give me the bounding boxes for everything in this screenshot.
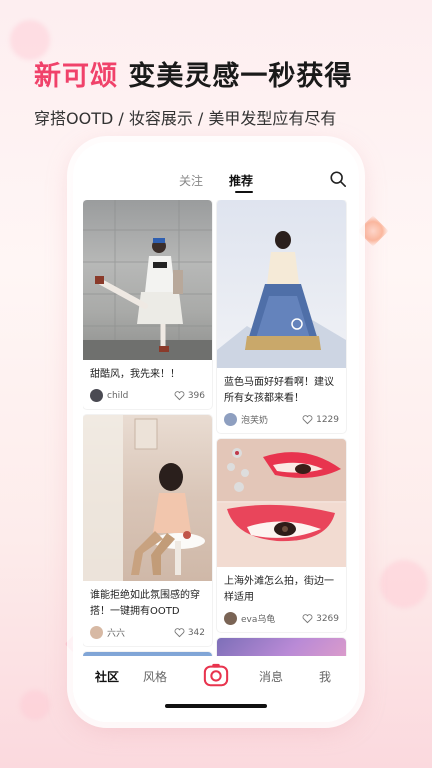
- like-button[interactable]: 1229: [302, 414, 339, 425]
- bottom-nav: 社区 风格 消息 我: [73, 656, 359, 722]
- active-tab-indicator: [235, 191, 253, 193]
- tab-recommend[interactable]: 推荐: [229, 172, 253, 189]
- phone-mockup: 关注 推荐 甜酷风，我先来！！ child 396 谁能拒绝如此氛围感的穿搭！一…: [73, 142, 359, 722]
- heart-icon: [174, 628, 185, 638]
- avatar[interactable]: [224, 413, 237, 426]
- like-button[interactable]: 396: [174, 390, 205, 401]
- post-meta: 六六 342: [83, 620, 212, 646]
- home-indicator: [165, 704, 267, 708]
- top-tab-bar: 关注 推荐: [73, 166, 359, 196]
- heart-icon: [302, 415, 313, 425]
- feed-card[interactable]: 甜酷风，我先来！！ child 396: [83, 200, 212, 409]
- search-icon[interactable]: [329, 170, 347, 188]
- nav-style[interactable]: 风格: [143, 668, 167, 685]
- like-count: 396: [187, 390, 205, 401]
- feed-grid[interactable]: 甜酷风，我先来！！ child 396 谁能拒绝如此氛围感的穿搭！一键拥有OOT…: [83, 200, 349, 656]
- avatar[interactable]: [90, 389, 103, 402]
- post-image: [217, 200, 346, 368]
- like-count: 1229: [316, 414, 339, 425]
- promo-header: 新可颂 变美灵感一秒获得 穿搭OOTD / 妆容展示 / 美甲发型应有尽有: [34, 54, 352, 129]
- like-button[interactable]: 3269: [302, 613, 339, 624]
- nav-community[interactable]: 社区: [95, 668, 119, 685]
- brand-name: 新可颂: [34, 61, 118, 92]
- post-caption: 上海外滩怎么拍，街边一样适用: [224, 576, 334, 603]
- post-author[interactable]: 六六: [107, 626, 174, 639]
- promo-subtitle: 穿搭OOTD / 妆容展示 / 美甲发型应有尽有: [34, 109, 337, 128]
- avatar[interactable]: [224, 612, 237, 625]
- post-meta: 泡芙奶 1229: [217, 407, 346, 433]
- heart-icon: [174, 391, 185, 401]
- nav-me[interactable]: 我: [319, 668, 331, 685]
- post-caption: 谁能拒绝如此氛围感的穿搭！一键拥有OOTD: [90, 590, 200, 617]
- heart-icon: [302, 614, 313, 624]
- feed-card[interactable]: 蓝色马面好好看啊！建议所有女孩都来看！ 泡芙奶 1229: [217, 200, 346, 433]
- feed-column-right: 蓝色马面好好看啊！建议所有女孩都来看！ 泡芙奶 1229 上海外滩怎么拍，街边一…: [217, 200, 346, 656]
- like-count: 342: [187, 627, 205, 638]
- camera-icon[interactable]: [203, 662, 229, 688]
- tab-follow[interactable]: 关注: [179, 172, 203, 189]
- post-meta: child 396: [83, 383, 212, 409]
- promo-headline: 新可颂 变美灵感一秒获得: [34, 54, 352, 93]
- sparkle-decoration: [357, 215, 389, 247]
- post-image: [217, 638, 346, 656]
- post-author[interactable]: 泡芙奶: [241, 413, 302, 426]
- feed-card[interactable]: [217, 638, 346, 656]
- like-count: 3269: [316, 613, 339, 624]
- avatar[interactable]: [90, 626, 103, 639]
- feed-card[interactable]: 上海外滩怎么拍，街边一样适用 eva乌龟 3269: [217, 439, 346, 632]
- post-caption: 蓝色马面好好看啊！建议所有女孩都来看！: [224, 377, 334, 404]
- nav-messages[interactable]: 消息: [259, 668, 283, 685]
- promo-slogan: 变美灵感一秒获得: [128, 61, 353, 92]
- post-image: [83, 200, 212, 360]
- post-meta: eva乌龟 3269: [217, 606, 346, 632]
- feed-card[interactable]: 谁能拒绝如此氛围感的穿搭！一键拥有OOTD 六六 342: [83, 415, 212, 646]
- post-image: [83, 415, 212, 581]
- post-author[interactable]: child: [107, 391, 174, 401]
- feed-column-left: 甜酷风，我先来！！ child 396 谁能拒绝如此氛围感的穿搭！一键拥有OOT…: [83, 200, 212, 656]
- post-image: [217, 439, 346, 567]
- post-caption: 甜酷风，我先来！！: [90, 369, 180, 380]
- post-author[interactable]: eva乌龟: [241, 612, 302, 625]
- like-button[interactable]: 342: [174, 627, 205, 638]
